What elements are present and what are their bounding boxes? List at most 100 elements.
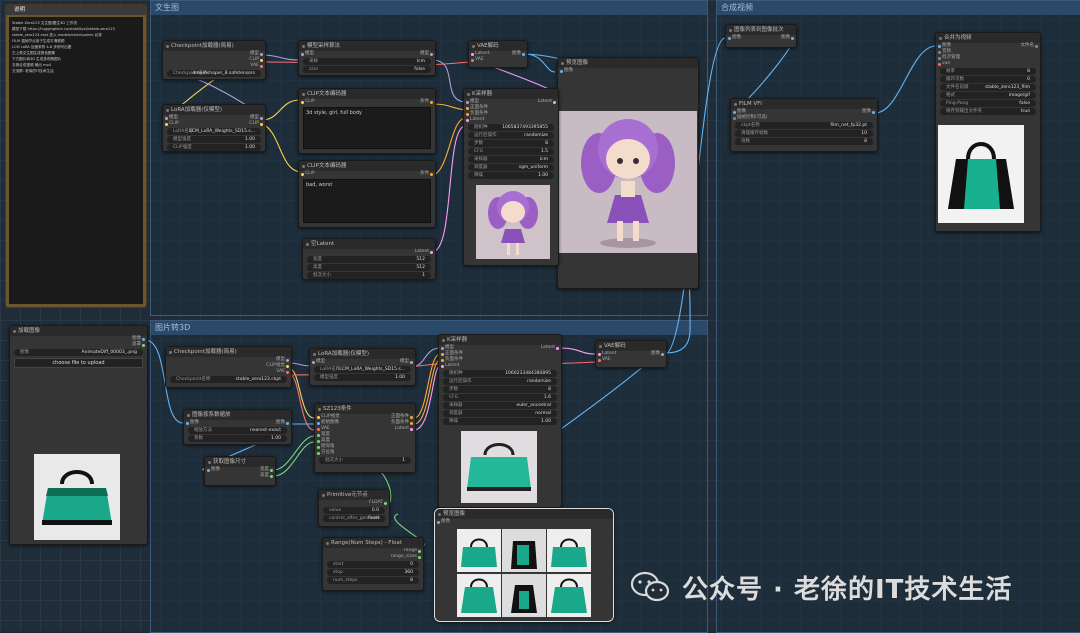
widget-zsnr[interactable]: zsnr false <box>303 66 431 73</box>
widget-num-steps[interactable]: num_steps 8 <box>327 577 419 584</box>
node-lora-loader-2[interactable]: LoRA加载器(仅模型) 模型 模型 LoRA名称 LCM_LoRA_Weights… <box>309 348 416 386</box>
widget-strength-model[interactable]: 模型强度 1.00 <box>167 136 261 143</box>
widget-seed[interactable]: 随机种 1060233484380895 <box>443 370 557 377</box>
node-checkpoint-loader-2[interactable]: Checkpoint加载器(简易) 模型 CLIP视觉 VAE Checkpoi… <box>165 346 292 388</box>
widget-frame-rate[interactable]: 帧率 8 <box>940 68 1036 75</box>
node-checkpoint-loader-1[interactable]: Checkpoint加载器(简易) 模型 CLIP VAE Checkpoint… <box>162 40 266 80</box>
widget-lora-name[interactable]: LoRA名称 LCM_LoRA_Weights_SD15.s... <box>167 128 261 135</box>
widget-sampler[interactable]: 采样器 lcm <box>468 156 554 163</box>
widget-filename-prefix[interactable]: 文件名前缀 stable_zero123_film <box>940 84 1036 91</box>
node-sz123-conditioning[interactable]: SZ123条件 CLIP视觉 正面条件 初始图像 负面条件 VAE Latent 宽度… <box>314 403 416 473</box>
widget-format[interactable]: 格式 image/gif <box>940 92 1036 99</box>
upload-button[interactable]: choose file to upload <box>14 358 143 368</box>
widget-batch[interactable]: 批次大小 1 <box>307 272 431 279</box>
widget-loop-count[interactable]: 循环次数 0 <box>940 76 1036 83</box>
input-slot[interactable]: 插帧控制(可选) <box>731 115 877 121</box>
input-slot[interactable]: vae <box>936 61 1040 67</box>
io-slot[interactable]: 图像 图像 <box>184 420 291 426</box>
node-get-image-size[interactable]: 获取图像尺寸 图像 宽度 高度 <box>204 456 276 486</box>
slot-dot <box>317 445 320 449</box>
note-title: 说明 <box>6 5 146 15</box>
output-slot[interactable]: 遮罩 <box>10 342 147 348</box>
node-range-float[interactable]: Range(Num Steps) - Float range range_siz… <box>322 537 424 591</box>
node-empty-latent-1[interactable]: 空Latent Latent 宽度 512 高度 512 批次大小 1 <box>302 238 436 280</box>
widget-strength-clip[interactable]: CLIP强度 1.00 <box>167 144 261 151</box>
io-slot[interactable]: CLIP 条件 <box>299 99 435 105</box>
prompt-textarea[interactable]: 3d style, girl, full body <box>303 107 431 149</box>
widget-steps[interactable]: 步数 8 <box>443 386 557 393</box>
node-video-combine[interactable]: 合并为视频 图像 文件名 音频 批次管理 vae 帧率 8 循环次数 0 文件名前缀 s… <box>935 32 1041 232</box>
widget-denoise[interactable]: 降噪 1.00 <box>443 418 557 425</box>
node-film-vfi[interactable]: FILM VFI 图像 图像 插帧控制(可选) ckpt名称 film_net_fp… <box>730 98 878 152</box>
node-clip-text-positive[interactable]: CLIP文本编码器 CLIP 条件 3d style, girl, full bo… <box>298 88 436 154</box>
widget-denoise[interactable]: 降噪 1.00 <box>468 172 554 179</box>
widget-multiplier[interactable]: 倍数 8 <box>735 138 873 145</box>
widget-width[interactable]: 宽度 512 <box>307 256 431 263</box>
io-slot[interactable]: CLIP 条件 <box>299 171 435 177</box>
node-model-sampling[interactable]: 模型采样算法 模型 模型 采样 lcm zsnr false <box>298 40 436 76</box>
node-ksampler-1[interactable]: K采样器 模型 Latent 正面条件 负面条件 Latent 随机种 106583… <box>463 88 559 266</box>
node-vae-decode-2[interactable]: VAE解码 Latent 图像 VAE <box>595 340 667 368</box>
input-slot[interactable]: Latent <box>439 363 561 369</box>
widget-stop[interactable]: stop 360 <box>327 569 419 576</box>
output-slot[interactable]: 高度 <box>205 473 275 479</box>
widget-checkpoint-name[interactable]: Checkpoint名称 dreamshaper_8.safetensors <box>167 70 261 77</box>
node-title: Checkpoint加载器(简易) <box>163 41 265 51</box>
io-slot[interactable]: VAE <box>469 57 527 63</box>
node-load-image[interactable]: 加载图像 图像 遮罩 图像 AnimateDiff_00003_.png choo… <box>9 325 148 545</box>
widget-scheduler[interactable]: 调度器 normal <box>443 410 557 417</box>
node-primitive[interactable]: Primitive元节点 FLOAT value 0.0 control_afte… <box>318 489 390 527</box>
widget-ckpt-name[interactable]: ckpt名称 film_net_fp32.pt <box>735 122 873 129</box>
widget-control[interactable]: 运行后操作 randomize <box>468 132 554 139</box>
widget-value[interactable]: value 0.0 <box>323 507 385 514</box>
widget-height[interactable]: 高度 512 <box>307 264 431 271</box>
output-slot[interactable]: VAE <box>166 369 291 375</box>
widget-cfg[interactable]: CFG 1.5 <box>468 148 554 155</box>
node-image-list-to-batch[interactable]: 图像列表到图像批次 图像 图像 <box>725 24 797 48</box>
io-slot[interactable]: 模型 模型 <box>299 51 435 57</box>
slot-dot <box>430 250 433 254</box>
output-slot[interactable]: VAE <box>163 63 265 69</box>
widget-clear-cache[interactable]: 清理缓存帧数 10 <box>735 130 873 137</box>
output-slot[interactable]: FLOAT <box>319 500 389 506</box>
node-image-scale-by[interactable]: 图像按系数缩放 图像 图像 缩放方法 nearest-exact 系数 1.00 <box>183 409 292 445</box>
widget-save-output[interactable]: 保存到输出文件夹 true <box>940 108 1036 115</box>
widget-cfg[interactable]: CFG 1.6 <box>443 394 557 401</box>
output-slot[interactable]: Latent <box>303 249 435 255</box>
widget-control-after-generate[interactable]: control_after_generate fixed <box>323 515 385 522</box>
input-slot[interactable]: Latent <box>464 117 558 123</box>
widget-batch-size[interactable]: 批次大小 1 <box>319 457 411 464</box>
prompt-textarea[interactable]: bad, worst <box>303 179 431 223</box>
output-slot[interactable]: range_sizes <box>323 554 423 560</box>
widget-strength-model[interactable]: 模型强度 1.00 <box>314 374 411 381</box>
node-preview-image-2[interactable]: 预览图像 图像 <box>434 508 614 622</box>
widget-sampling[interactable]: 采样 lcm <box>303 58 431 65</box>
widget-steps[interactable]: 步数 8 <box>468 140 554 147</box>
node-vae-decode-1[interactable]: VAE解码 Latent 图像 VAE <box>468 40 528 68</box>
input-slot[interactable]: 方位角 <box>315 450 415 456</box>
widget-start[interactable]: start 0 <box>327 561 419 568</box>
widget-image-file[interactable]: 图像 AnimateDiff_00003_.png <box>14 349 143 356</box>
widget-control[interactable]: 运行后操作 randomize <box>443 378 557 385</box>
node-ksampler-2[interactable]: K采样器 模型 Latent 正面条件 负面条件 Latent 随机种 106023… <box>438 334 562 508</box>
io-slot[interactable]: 模型 模型 <box>310 359 415 365</box>
widget-pingpong[interactable]: Ping-Pong false <box>940 100 1036 107</box>
widget-value: lcm <box>416 59 425 64</box>
input-slot[interactable]: 图像 <box>435 519 613 525</box>
widget-seed[interactable]: 随机种 1065837493395855 <box>468 124 554 131</box>
widget-upscale-method[interactable]: 缩放方法 nearest-exact <box>188 427 287 434</box>
input-slot[interactable]: 图像 <box>558 68 698 74</box>
io-slot[interactable]: 图像 图像 <box>726 35 796 41</box>
widget-sampler[interactable]: 采样器 euler_ancestral <box>443 402 557 409</box>
node-lora-loader-1[interactable]: LoRA加载器(仅模型) 模型 模型 CLIP CLIP LoRA名称 LCM_LoR… <box>162 104 266 152</box>
widget-lora-name[interactable]: LoRA名称 LCM_LoRA_Weights_SD15.s... <box>314 366 411 373</box>
note-panel[interactable]: 说明 Stable Zero123 文生图/图生3D 工作流 模型下载 http… <box>5 4 147 308</box>
node-clip-text-negative[interactable]: CLIP文本编码器 CLIP 条件 bad, worst <box>298 160 436 228</box>
widget-checkpoint-name[interactable]: Checkpoint名称 stable_zero123.ckpt <box>170 376 287 383</box>
input-slot[interactable]: VAE <box>596 357 666 363</box>
node-title: 合并为视频 <box>936 33 1040 43</box>
io-slot[interactable]: CLIP CLIP <box>163 121 265 127</box>
widget-scale-by[interactable]: 系数 1.00 <box>188 435 287 442</box>
widget-scheduler[interactable]: 调度器 sgm_uniform <box>468 164 554 171</box>
node-preview-image-1[interactable]: 预览图像 图像 <box>557 57 699 289</box>
